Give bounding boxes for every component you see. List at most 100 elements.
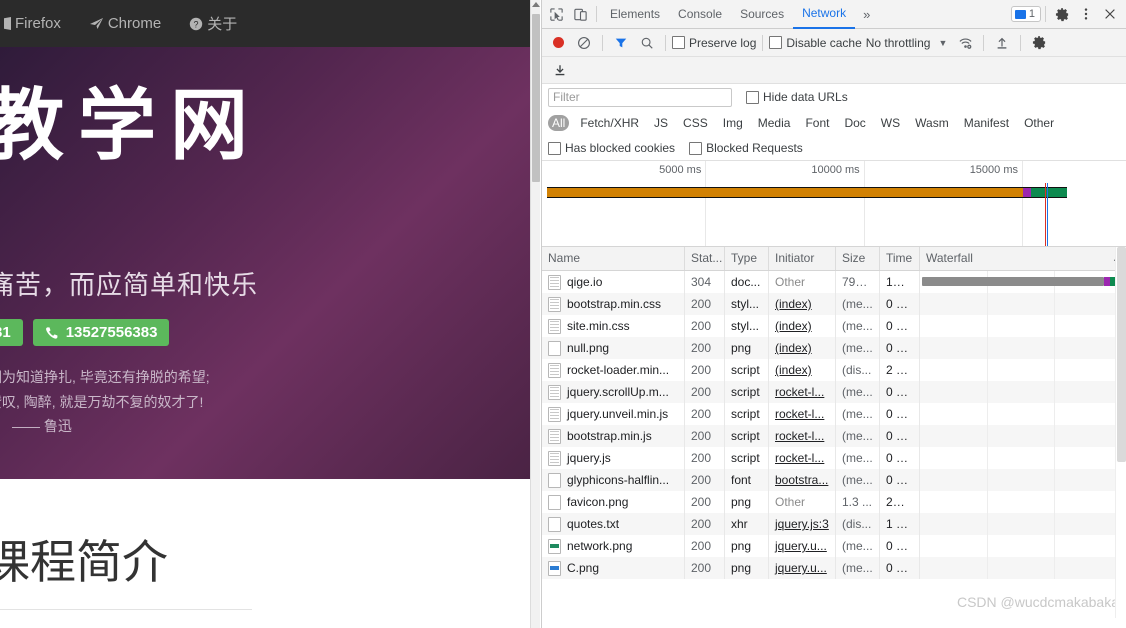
cell-name[interactable]: qige.io — [542, 271, 685, 293]
table-vertical-scrollbar[interactable] — [1115, 247, 1126, 618]
cell-initiator[interactable]: (index) — [769, 315, 836, 337]
type-filter-manifest[interactable]: Manifest — [960, 115, 1013, 131]
column-header-waterfall[interactable]: Waterfall ▲ — [920, 247, 1126, 270]
cell-initiator[interactable]: Other — [769, 491, 836, 513]
table-row[interactable]: favicon.png 200 png Other 1.3 ... 252... — [542, 491, 1126, 513]
column-header-name[interactable]: Name — [542, 247, 685, 270]
cell-name[interactable]: bootstrap.min.css — [542, 293, 685, 315]
table-row[interactable]: site.min.css 200 styl... (index) (me... 0 ms — [542, 315, 1126, 337]
request-initiator-link[interactable]: rocket-l... — [775, 451, 824, 465]
type-filter-wasm[interactable]: Wasm — [911, 115, 953, 131]
cell-name[interactable]: glyphicons-halflin... — [542, 469, 685, 491]
cell-initiator[interactable]: (index) — [769, 359, 836, 381]
type-filter-media[interactable]: Media — [754, 115, 795, 131]
request-initiator-link[interactable]: (index) — [775, 341, 812, 355]
table-row[interactable]: bootstrap.min.css 200 styl... (index) (me...… — [542, 293, 1126, 315]
more-vertical-icon[interactable] — [1074, 2, 1098, 26]
request-initiator-link[interactable]: rocket-l... — [775, 407, 824, 421]
disable-cache-checkbox[interactable]: Disable cache — [769, 36, 862, 50]
table-row[interactable]: C.png 200 png jquery.u... (me... 0 ms — [542, 557, 1126, 579]
cell-initiator[interactable]: rocket-l... — [769, 403, 836, 425]
cell-initiator[interactable]: jquery.js:3 — [769, 513, 836, 535]
request-initiator-link[interactable]: (index) — [775, 363, 812, 377]
tab-sources[interactable]: Sources — [731, 1, 793, 28]
cell-initiator[interactable]: rocket-l... — [769, 381, 836, 403]
phone-badge[interactable]: 13527556383 — [32, 319, 170, 346]
column-header-time[interactable]: Time — [880, 247, 920, 270]
cell-name[interactable]: jquery.scrollUp.m... — [542, 381, 685, 403]
request-initiator-link[interactable]: jquery.u... — [775, 561, 827, 575]
cell-initiator[interactable]: jquery.u... — [769, 557, 836, 579]
has-blocked-cookies-checkbox[interactable]: Has blocked cookies — [548, 141, 675, 155]
type-filter-img[interactable]: Img — [719, 115, 747, 131]
request-initiator-link[interactable]: (index) — [775, 297, 812, 311]
cell-name[interactable]: jquery.unveil.min.js — [542, 403, 685, 425]
hide-data-urls-checkbox[interactable]: Hide data URLs — [746, 90, 848, 104]
tab-console[interactable]: Console — [669, 1, 731, 28]
message-count-badge[interactable]: 1 — [1010, 6, 1041, 22]
cell-name[interactable]: site.min.css — [542, 315, 685, 337]
inspect-element-icon[interactable] — [544, 2, 568, 26]
nav-item-about[interactable]: ? 关于 — [175, 0, 251, 47]
preserve-log-checkbox[interactable]: Preserve log — [672, 36, 756, 50]
type-filter-font[interactable]: Font — [801, 115, 833, 131]
cell-initiator[interactable]: rocket-l... — [769, 425, 836, 447]
request-initiator-link[interactable]: rocket-l... — [775, 385, 824, 399]
cell-initiator[interactable]: rocket-l... — [769, 447, 836, 469]
table-row[interactable]: rocket-loader.min... 200 script (index) (dis… — [542, 359, 1126, 381]
filter-funnel-icon[interactable] — [609, 31, 633, 55]
cell-name[interactable]: quotes.txt — [542, 513, 685, 535]
settings-gear-icon[interactable] — [1050, 2, 1074, 26]
wifi-settings-icon[interactable] — [953, 31, 977, 55]
scrollbar-thumb[interactable] — [1117, 247, 1126, 462]
scroll-up-arrow-icon[interactable] — [532, 2, 540, 7]
type-filter-doc[interactable]: Doc — [840, 115, 869, 131]
network-overview-timeline[interactable]: 5000 ms 10000 ms 15000 ms — [542, 161, 1126, 247]
throttling-select[interactable]: No throttling — [864, 36, 933, 50]
nav-item-firefox[interactable]: Firefox — [0, 0, 75, 47]
table-row[interactable]: null.png 200 png (index) (me... 0 ms — [542, 337, 1126, 359]
table-row[interactable]: glyphicons-halflin... 200 font bootstra... (… — [542, 469, 1126, 491]
export-download-icon[interactable] — [548, 58, 572, 82]
cell-name[interactable]: bootstrap.min.js — [542, 425, 685, 447]
blocked-requests-checkbox[interactable]: Blocked Requests — [689, 141, 803, 155]
clear-button[interactable] — [572, 31, 596, 55]
cell-initiator[interactable]: (index) — [769, 293, 836, 315]
close-icon[interactable] — [1098, 2, 1122, 26]
type-filter-other[interactable]: Other — [1020, 115, 1058, 131]
page-vertical-scrollbar[interactable] — [530, 0, 540, 628]
cell-name[interactable]: rocket-loader.min... — [542, 359, 685, 381]
type-filter-all[interactable]: All — [548, 115, 570, 131]
nav-item-chrome[interactable]: Chrome — [75, 0, 175, 47]
search-icon[interactable] — [635, 31, 659, 55]
cell-initiator[interactable]: bootstra... — [769, 469, 836, 491]
qq-badge[interactable]: 31 — [0, 319, 23, 346]
column-header-type[interactable]: Type — [725, 247, 769, 270]
filter-input[interactable]: Filter — [548, 87, 732, 107]
tab-elements[interactable]: Elements — [601, 1, 669, 28]
table-row[interactable]: quotes.txt 200 xhr jquery.js:3 (dis... 1 ms — [542, 513, 1126, 535]
table-row[interactable]: network.png 200 png jquery.u... (me... 0 ms — [542, 535, 1126, 557]
request-initiator-link[interactable]: bootstra... — [775, 473, 828, 487]
type-filter-css[interactable]: CSS — [679, 115, 712, 131]
type-filter-ws[interactable]: WS — [877, 115, 904, 131]
type-filter-js[interactable]: JS — [650, 115, 672, 131]
column-header-status[interactable]: Stat... — [685, 247, 725, 270]
request-initiator-link[interactable]: (index) — [775, 319, 812, 333]
table-row[interactable]: jquery.js 200 script rocket-l... (me... 0 ms — [542, 447, 1126, 469]
record-button[interactable] — [546, 31, 570, 55]
cell-name[interactable]: C.png — [542, 557, 685, 579]
table-row[interactable]: jquery.unveil.min.js 200 script rocket-l...… — [542, 403, 1126, 425]
column-header-size[interactable]: Size — [836, 247, 880, 270]
table-row[interactable]: jquery.scrollUp.m... 200 script rocket-l...… — [542, 381, 1126, 403]
device-toolbar-icon[interactable] — [568, 2, 592, 26]
import-upload-icon[interactable] — [990, 31, 1014, 55]
chevron-down-icon[interactable]: ▼ — [934, 38, 951, 48]
network-settings-gear-icon[interactable] — [1027, 31, 1051, 55]
request-initiator-link[interactable]: rocket-l... — [775, 429, 824, 443]
cell-initiator[interactable]: Other — [769, 271, 836, 293]
tab-network[interactable]: Network — [793, 0, 856, 29]
table-row[interactable]: bootstrap.min.js 200 script rocket-l... (me.… — [542, 425, 1126, 447]
scrollbar-thumb[interactable] — [532, 14, 540, 182]
cell-name[interactable]: null.png — [542, 337, 685, 359]
